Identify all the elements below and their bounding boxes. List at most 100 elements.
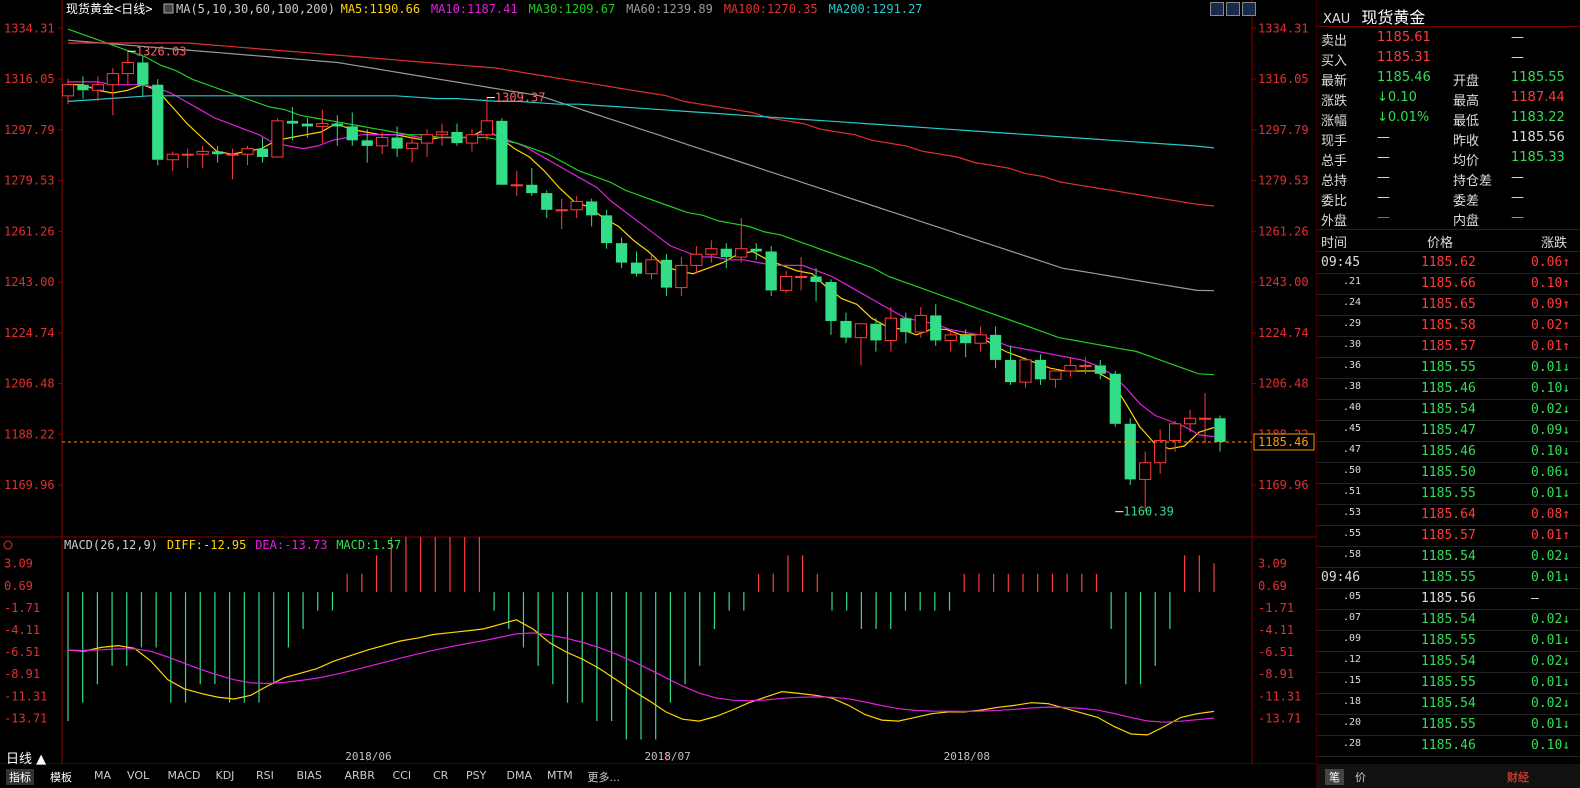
tick-change: 0.06↓ [1531,465,1571,480]
candle-up [316,123,329,127]
tick-time: .50 [1343,465,1362,476]
indicator-tab-kdj[interactable]: KDJ [216,769,235,782]
indicator-tab-bias[interactable]: BIAS [297,769,322,782]
macd-tick-label-left: -6.51 [4,645,40,659]
candle-up [1154,439,1167,464]
price-tick-label-right: 1279.53 [1258,174,1309,188]
macd-tick-label-right: -13.71 [1258,711,1301,725]
tick-change: 0.01↓ [1531,675,1571,690]
tick-row: .58 1185.54 0.02↓ [1317,546,1580,568]
quote-value: 1185.56 [1511,130,1565,145]
indicator-tab-macd[interactable]: MACD [168,769,201,782]
quote-value: — [1511,190,1524,205]
candle-up [196,150,209,155]
indicator-tab-psy[interactable]: PSY [466,769,486,782]
candle-down [541,193,553,210]
quote-row: 外盘 — 内盘 — [1317,208,1580,229]
kline-chart[interactable]: 1334.31 1334.31 1316.05 1316.05 1297.79 1297.… [0,0,1316,764]
candle-down [526,184,538,194]
tick-header-time: 时间 [1321,236,1348,251]
price-tick-label-right: 1169.96 [1258,478,1309,492]
price-tick-label-left: 1261.26 [4,224,55,238]
price-tick-label-right: 1243.00 [1258,275,1309,289]
indicator-tab-ma[interactable]: MA [94,769,111,782]
tick-change: 0.10↑ [1531,276,1571,291]
quote-label: 开盘 [1453,74,1480,89]
candle-up [884,317,897,341]
price-tick-label-left: 1316.05 [4,72,55,86]
quote-value: — [1511,210,1524,225]
indicator-tab-rsi[interactable]: RSI [256,769,274,782]
indicator-tab-mtm[interactable]: MTM [547,769,573,782]
macd-tick-label-right: -4.11 [1258,623,1294,637]
restore-window-icon[interactable] [1210,2,1224,16]
candle-up [405,142,419,150]
macd-tick-label-right: -11.31 [1258,689,1301,703]
indicator-tab-更多[interactable]: 更多... [588,769,621,785]
macd-tick-label-right: 3.09 [1258,557,1287,571]
indicator-tab-vol[interactable]: VOL [127,769,149,782]
tick-row: .47 1185.46 0.10↓ [1317,441,1580,463]
tick-row: .05 1185.56 — [1317,588,1580,610]
candle-down [286,120,299,124]
ma-value-label: MA10:1187.41 [431,2,518,16]
tick-row: .12 1185.54 0.02↓ [1317,651,1580,673]
bottom-toolbar: 日线 ▲ 指标 模板 MA VOL MACD KDJ RSI BIAS ARBR CCI CR PSY… [0,752,1316,788]
tick-change: — [1531,591,1539,606]
candle-up [944,334,957,341]
candle-up [91,84,105,91]
tab-prices[interactable]: 价 [1355,769,1366,785]
tab-trades[interactable]: 笔 [1325,769,1344,785]
macd-header-label: DIFF:-12.95 [167,538,246,552]
indicator-tab-指标[interactable]: 指标 [6,769,34,785]
layout-window-icon[interactable] [1226,2,1240,16]
indicator-tab-cci[interactable]: CCI [393,769,412,782]
tick-price: 1185.46 [1421,381,1476,396]
arrow-right-icon[interactable] [1242,2,1256,16]
quote-value: — [1377,210,1390,225]
tick-row: .53 1185.64 0.08↑ [1317,504,1580,526]
tick-price: 1185.54 [1421,612,1476,627]
candle-up [675,264,688,289]
candle-down [825,282,837,321]
candle-up [1198,417,1212,420]
ma-value-label: MA60:1239.89 [626,2,713,16]
indicator-tab-cr[interactable]: CR [433,769,448,782]
candle-down [451,131,463,144]
ma-value-label: MA30:1209.67 [529,2,616,16]
candle-down [256,148,269,157]
indicator-tab-模板[interactable]: 模板 [50,769,72,785]
tick-time: 09:45 [1321,255,1361,270]
quote-label: 持仓差 [1453,174,1493,189]
quote-value: — [1377,170,1390,185]
tick-header: 时间 价格 涨跌 [1317,230,1580,251]
price-tick-label-left: 1334.31 [4,21,55,35]
indicator-tab-dma[interactable]: DMA [507,769,533,782]
tick-price: 1185.55 [1421,570,1476,585]
tick-row: .20 1185.55 0.01↓ [1317,714,1580,736]
tick-row: .09 1185.55 0.01↓ [1317,630,1580,652]
candle-down [930,315,942,341]
candle-down [77,84,89,91]
tick-change: 0.02↓ [1531,402,1571,417]
tick-price: 1185.46 [1421,738,1476,753]
quote-code: XAU [1323,12,1351,27]
tick-price: 1185.65 [1421,297,1476,312]
candle-down [750,248,762,252]
extreme-price-annotation: 1160.39 [1123,505,1174,519]
candle-up [705,248,718,255]
period-selector[interactable]: 日线 ▲ [6,748,46,767]
candle-up [435,131,449,136]
tick-time: .53 [1343,507,1362,518]
macd-tick-label-left: -4.11 [4,623,40,637]
tick-row: .40 1185.54 0.02↓ [1317,399,1580,421]
ma-value-label: MA100:1270.35 [724,2,818,16]
candle-up [974,334,987,344]
candle-up [61,84,75,97]
tick-time: .55 [1343,528,1362,539]
macd-tick-label-right: -8.91 [1258,667,1294,681]
quote-value: — [1377,150,1390,165]
indicator-tab-arbr[interactable]: ARBR [345,769,375,782]
quote-value: 1183.22 [1511,110,1565,125]
candle-down [720,248,732,258]
